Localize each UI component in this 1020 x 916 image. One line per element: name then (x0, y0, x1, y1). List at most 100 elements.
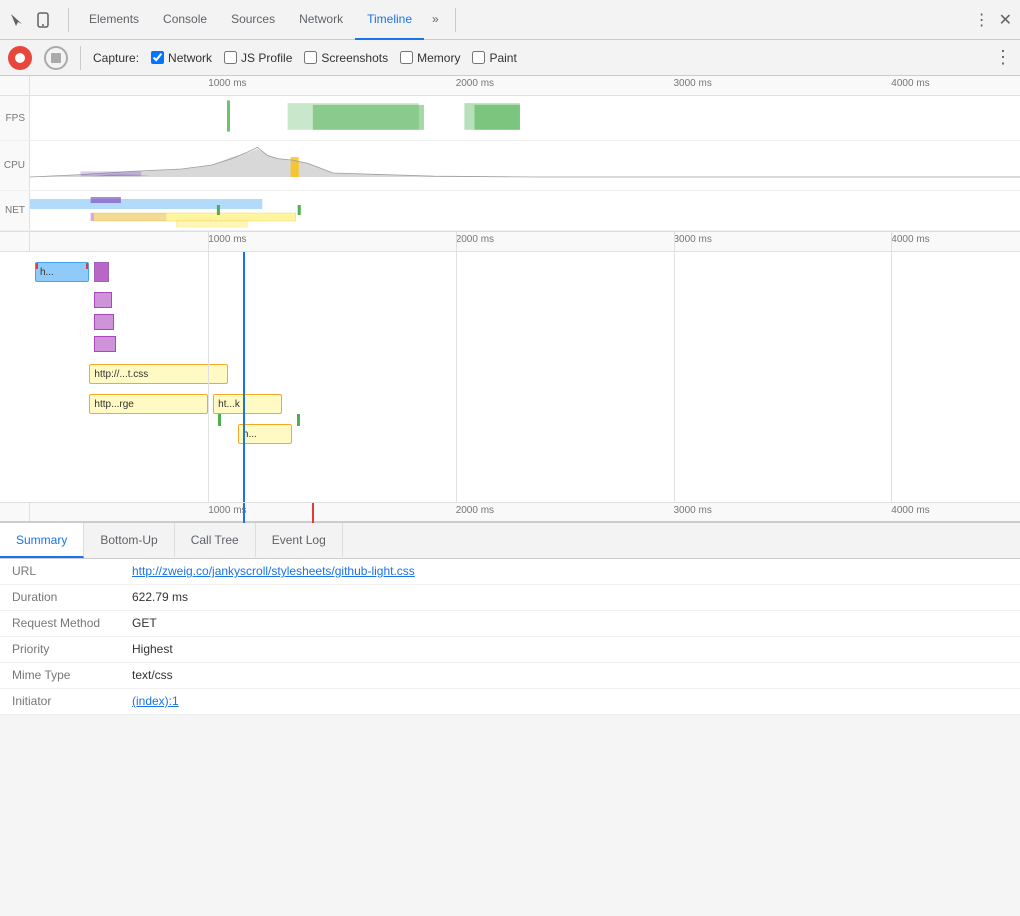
detail-row-duration: Duration 622.79 ms (0, 585, 1020, 611)
tab-sources[interactable]: Sources (219, 0, 287, 40)
method-key: Request Method (12, 616, 132, 630)
ruler-content: 1000 ms 2000 ms 3000 ms 4000 ms (30, 76, 1020, 96)
jsprofile-checkbox[interactable] (224, 51, 237, 64)
waterfall-ruler-spacer (0, 232, 30, 251)
screenshots-checkbox-group: Screenshots (304, 51, 388, 65)
bottom-ruler-spacer (0, 503, 30, 521)
wfall-tick-2000ms: 2000 ms (456, 234, 494, 245)
bottom-cursor-red (312, 503, 314, 523)
bottom-ruler-content: 1000 ms 2000 ms 3000 ms 4000 ms (30, 503, 1020, 523)
wfall-tick-1000ms: 1000 ms (208, 234, 246, 245)
waterfall-bar-css[interactable]: http://...t.css (89, 364, 228, 384)
waterfall-bar-purple-2[interactable] (94, 314, 114, 330)
network-checkbox-label[interactable]: Network (168, 51, 212, 65)
bottom-ruler: 1000 ms 2000 ms 3000 ms 4000 ms (0, 502, 1020, 522)
vline-2 (456, 232, 457, 252)
url-key: URL (12, 564, 132, 578)
nav-more-dots[interactable]: ⋮ (974, 10, 991, 30)
tab-more[interactable]: » (424, 0, 447, 40)
net-label: NET (0, 191, 30, 230)
capture-separator (80, 46, 81, 70)
tab-event-log[interactable]: Event Log (256, 523, 343, 558)
vline-3 (674, 232, 675, 252)
method-value: GET (132, 616, 157, 630)
wfall-vline-3 (674, 252, 675, 502)
wfall-vline-4 (891, 252, 892, 502)
detail-row-method: Request Method GET (0, 611, 1020, 637)
detail-row-priority: Priority Highest (0, 637, 1020, 663)
green-marker-1 (218, 414, 221, 426)
network-checkbox-group: Network (151, 51, 212, 65)
tick-4000ms: 4000 ms (891, 78, 929, 89)
stop-icon (51, 53, 61, 63)
screenshots-checkbox[interactable] (304, 51, 317, 64)
waterfall-section: 1000 ms 2000 ms 3000 ms 4000 ms h... (0, 232, 1020, 523)
waterfall-bar-redirect[interactable] (94, 262, 109, 282)
detail-row-mime: Mime Type text/css (0, 663, 1020, 689)
paint-checkbox[interactable] (472, 51, 485, 64)
vline-1 (208, 232, 209, 252)
waterfall-ruler: 1000 ms 2000 ms 3000 ms 4000 ms (0, 232, 1020, 252)
fps-label: FPS (0, 96, 30, 140)
detail-row-initiator: Initiator (index):1 (0, 689, 1020, 715)
tab-call-tree[interactable]: Call Tree (175, 523, 256, 558)
tab-summary[interactable]: Summary (0, 523, 84, 558)
paint-checkbox-label[interactable]: Paint (489, 51, 516, 65)
tick-1000ms: 1000 ms (208, 78, 246, 89)
duration-key: Duration (12, 590, 132, 604)
waterfall-content: h... http://...t.css http...rge ht...k (0, 252, 1020, 502)
waterfall-bar-html[interactable]: h... (35, 262, 89, 282)
nav-close-button[interactable]: ✕ (999, 10, 1012, 30)
priority-key: Priority (12, 642, 132, 656)
wfall-tick-3000ms: 3000 ms (674, 234, 712, 245)
fps-chart (30, 96, 1020, 136)
memory-checkbox[interactable] (400, 51, 413, 64)
waterfall-cursor-blue (243, 252, 245, 502)
detail-row-url: URL http://zweig.co/jankyscroll/styleshe… (0, 559, 1020, 585)
capture-label: Capture: (93, 51, 139, 65)
mobile-icon[interactable] (34, 11, 52, 29)
jsprofile-checkbox-group: JS Profile (224, 51, 292, 65)
screenshots-checkbox-label[interactable]: Screenshots (321, 51, 388, 65)
duration-value: 622.79 ms (132, 590, 188, 604)
network-checkbox[interactable] (151, 51, 164, 64)
tab-network[interactable]: Network (287, 0, 355, 40)
tick-3000ms: 3000 ms (674, 78, 712, 89)
bar-label-css: http://...t.css (94, 369, 148, 380)
paint-checkbox-group: Paint (472, 51, 516, 65)
tab-elements[interactable]: Elements (77, 0, 151, 40)
tick-2000ms: 2000 ms (456, 78, 494, 89)
waterfall-bar-purple-1[interactable] (94, 292, 112, 308)
initiator-value[interactable]: (index):1 (132, 694, 179, 708)
bot-tick-2000ms: 2000 ms (456, 505, 494, 516)
record-button[interactable] (8, 46, 32, 70)
url-value[interactable]: http://zweig.co/jankyscroll/stylesheets/… (132, 564, 415, 578)
devtools-navbar: Elements Console Sources Network Timelin… (0, 0, 1020, 40)
cursor-icon[interactable] (8, 11, 26, 29)
waterfall-bar-purple-3[interactable] (94, 336, 116, 352)
more-tools-icon[interactable]: ⋮ (994, 47, 1012, 68)
capture-bar: Capture: Network JS Profile Screenshots … (0, 40, 1020, 76)
fps-row: FPS (0, 96, 1020, 141)
cpu-label: CPU (0, 141, 30, 190)
ruler-spacer (0, 76, 30, 95)
cpu-chart (30, 141, 1020, 181)
waterfall-bar-k[interactable]: ht...k (213, 394, 282, 414)
priority-value: Highest (132, 642, 173, 656)
nav-icons (8, 11, 52, 29)
bar-label-k: ht...k (218, 399, 240, 410)
tab-console[interactable]: Console (151, 0, 219, 40)
stop-button[interactable] (44, 46, 68, 70)
details-panel: URL http://zweig.co/jankyscroll/styleshe… (0, 559, 1020, 715)
waterfall-bar-h2[interactable]: h... (238, 424, 292, 444)
memory-checkbox-label[interactable]: Memory (417, 51, 460, 65)
nav-right: ⋮ ✕ (974, 10, 1012, 30)
waterfall-bar-rge[interactable]: http...rge (89, 394, 208, 414)
wfall-vline-2 (456, 252, 457, 502)
tab-timeline[interactable]: Timeline (355, 0, 424, 40)
tab-bottom-up[interactable]: Bottom-Up (84, 523, 174, 558)
memory-checkbox-group: Memory (400, 51, 460, 65)
jsprofile-checkbox-label[interactable]: JS Profile (241, 51, 292, 65)
bar-label-html: h... (40, 267, 54, 278)
net-content (30, 191, 1020, 231)
